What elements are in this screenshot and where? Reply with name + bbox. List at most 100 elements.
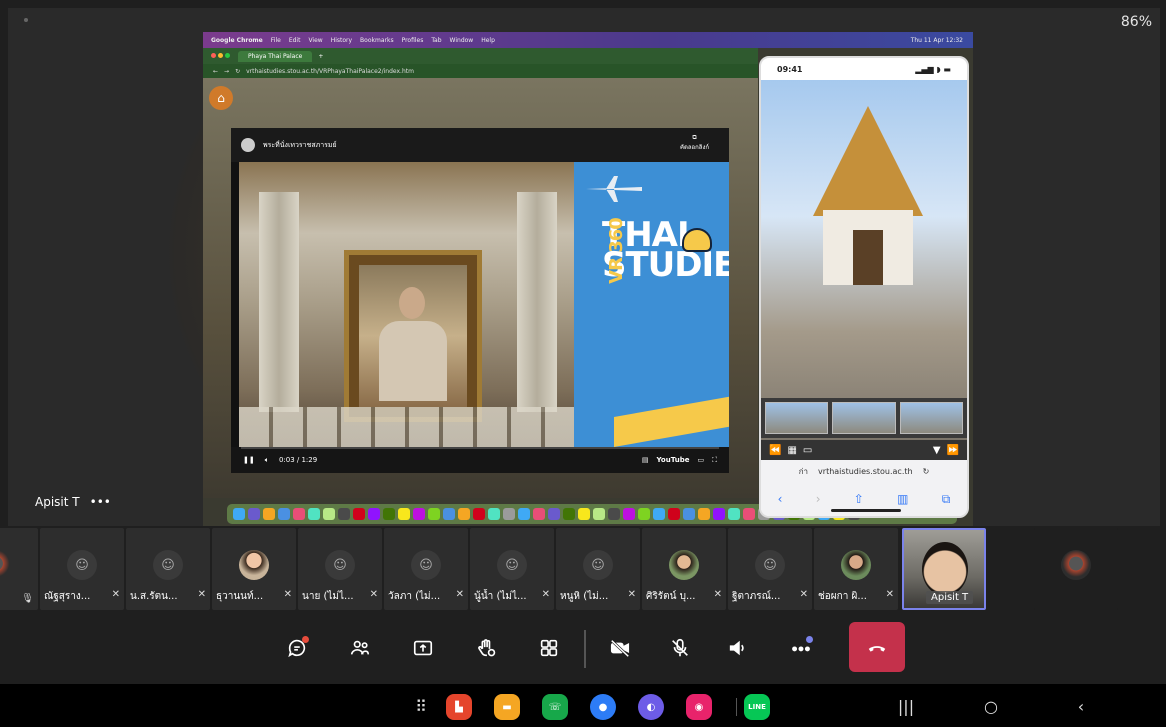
camera-app-icon[interactable]: ◉ <box>686 694 712 720</box>
mic-off-icon: ✕ <box>283 589 292 600</box>
menu-edit: Edit <box>288 36 301 44</box>
speaker-button[interactable] <box>720 630 756 666</box>
camera-off-icon <box>610 639 630 658</box>
more-options-button[interactable] <box>783 630 819 666</box>
shared-screen-stage[interactable]: 86% Google Chrome File Edit View History… <box>8 8 1160 526</box>
android-taskbar: ⠿ ▙ ▬ ☏ ● ◐ ◉ LINE ||| ○ ‹ <box>0 684 1166 727</box>
mic-off-icon: ✕ <box>885 589 894 600</box>
scene-thumbnail <box>899 402 963 434</box>
mic-off-icon: ✕ <box>541 589 550 600</box>
people-button[interactable] <box>342 630 378 666</box>
participant-tile[interactable]: ☺ น.ส.รัตน... ✕ <box>126 528 210 610</box>
active-speaker-tile[interactable]: Apisit T <box>902 528 986 610</box>
speaker-icon <box>729 640 744 656</box>
participant-tile[interactable]: ช่อผกา ผิ... ✕ <box>814 528 898 610</box>
participant-tile[interactable]: ☺ นู้น้ำ (ไม่ไ... ✕ <box>470 528 554 610</box>
raise-hand-icon <box>478 639 496 657</box>
vr-tour-view: ⌂ พระที่นั่งเทวราชสภารมย์ ⧉คัดลอกลิงก์ <box>203 78 758 498</box>
chat-button[interactable] <box>279 630 315 666</box>
person-icon: ☺ <box>497 550 527 580</box>
brand-vr: VR 360 <box>605 218 627 284</box>
phone-reload-icon: ↻ <box>922 466 930 476</box>
phone-url-text: vrthaistudies.stou.ac.th <box>818 466 913 476</box>
mic-toggle-button[interactable] <box>662 630 698 666</box>
controls-divider <box>584 630 586 668</box>
back-icon: ← <box>213 67 219 75</box>
camera-toggle-button[interactable] <box>602 630 638 666</box>
participant-name-text: น.ส.รัตน... <box>130 591 178 602</box>
apps-icon <box>540 639 558 657</box>
video-time: 0:03 / 1:29 <box>278 456 318 464</box>
participant-tile[interactable]: ☺ หนูหิ (ไม่... ✕ <box>556 528 640 610</box>
avatar <box>1061 550 1091 580</box>
avatar <box>239 550 269 580</box>
scene-thumbnail <box>832 402 896 434</box>
leave-call-button[interactable] <box>849 622 905 672</box>
participant-name: น.ส.รัตน... ✕ <box>130 589 206 604</box>
palace-interior-scene <box>239 162 574 447</box>
participant-tile[interactable]: ธุวานนท์... ✕ <box>212 528 296 610</box>
video-frame: VR 360 THAI STUDIES <box>239 162 729 447</box>
app-drawer-icon[interactable]: ⠿ <box>408 693 434 719</box>
participant-tile[interactable]: ☺ วัลภา (ไม่... ✕ <box>384 528 468 610</box>
presenter-more-button[interactable]: ••• <box>90 495 111 509</box>
participant-tile[interactable]: ศิริรัตน์ บุ... ✕ <box>642 528 726 610</box>
participant-name-text: ฐิตาภรณ์... <box>732 591 781 602</box>
play-icon: ⏩ <box>946 444 959 456</box>
participant-name: ณัฐสุราง... ✕ <box>44 589 120 604</box>
participant-tile[interactable]: ☺ นาย (ไม่ไ... ✕ <box>298 528 382 610</box>
home-button-icon[interactable]: ○ <box>978 693 1004 719</box>
hide-icon: ▼ <box>932 444 941 456</box>
participant-tile[interactable]: ☺ ฐิตาภรณ์... ✕ <box>728 528 812 610</box>
phone-status-bar: 09:41 ▂▄▆ ◗ ▬ <box>761 58 967 80</box>
participant-name-text: ธุวานนท์... <box>216 591 264 602</box>
brand-strip <box>614 396 729 447</box>
safari-back-icon: ‹ <box>777 492 783 506</box>
phone-app-icon[interactable]: ☏ <box>542 694 568 720</box>
person-icon: ☺ <box>755 550 785 580</box>
status-dot <box>24 18 28 22</box>
share-screen-icon <box>413 640 433 656</box>
browser-tab-strip: Phaya Thai Palace + <box>203 48 758 64</box>
participant-name: ศิริรัตน์ บุ... ✕ <box>646 589 722 604</box>
fullscreen-icon: ⛶ <box>712 455 717 464</box>
participant-name: นู้น้ำ (ไม่ไ... ✕ <box>474 589 550 604</box>
video-controls: ❚❚ 🔈︎ 0:03 / 1:29 ▤ YouTube ▭ ⛶ <box>231 447 729 473</box>
vr-headset-icon <box>682 228 712 252</box>
messages-app-icon[interactable]: ● <box>590 694 616 720</box>
recent-apps-icon[interactable]: ||| <box>893 693 919 719</box>
grid-icon: ▦ <box>787 444 797 456</box>
reactions-button[interactable] <box>468 630 504 666</box>
files-app-icon[interactable]: ▬ <box>494 694 520 720</box>
safari-share-icon: ⇧ <box>853 492 864 506</box>
video-controls-right: ▤ YouTube ▭ ⛶ <box>642 456 717 465</box>
phone-time: 09:41 <box>777 64 803 74</box>
back-button-icon[interactable]: ‹ <box>1068 693 1094 719</box>
vr-icon: ▭ <box>802 444 813 456</box>
youtube-logo: YouTube <box>656 455 690 464</box>
line-app-icon[interactable]: LINE <box>744 694 770 720</box>
active-speaker-name: Apisit T <box>926 591 974 604</box>
mac-menubar: Google Chrome File Edit View History Boo… <box>203 32 973 48</box>
video-progress <box>241 447 719 449</box>
browser-app-icon[interactable]: ◐ <box>638 694 664 720</box>
participant-tile[interactable]: …🎙︎ <box>0 528 38 610</box>
office-app-icon[interactable]: ▙ <box>446 694 472 720</box>
participant-name-text: นาย (ไม่ไ... <box>302 591 354 602</box>
browser-tab: Phaya Thai Palace <box>238 50 313 62</box>
share-screen-button[interactable] <box>405 630 441 666</box>
presenter-label: Apisit T ••• <box>35 495 111 509</box>
menu-window: Window <box>449 36 474 44</box>
volume-icon: 🔈︎ <box>264 455 269 464</box>
participant-tile[interactable]: ☺ ณัฐสุราง... ✕ <box>40 528 124 610</box>
safari-forward-icon: › <box>815 492 821 506</box>
apps-button[interactable] <box>531 630 567 666</box>
participant-name: ช่อผกา ผิ... ✕ <box>818 589 894 604</box>
channel-avatar <box>241 138 255 152</box>
overflow-participant-tile[interactable] <box>1034 528 1118 610</box>
scene-thumbnails <box>761 398 967 438</box>
pause-icon: ❚❚ <box>243 456 255 464</box>
mic-off-icon: ✕ <box>197 589 206 600</box>
participant-name-text: วัลภา (ไม่... <box>388 591 441 602</box>
notification-badge <box>806 636 813 643</box>
